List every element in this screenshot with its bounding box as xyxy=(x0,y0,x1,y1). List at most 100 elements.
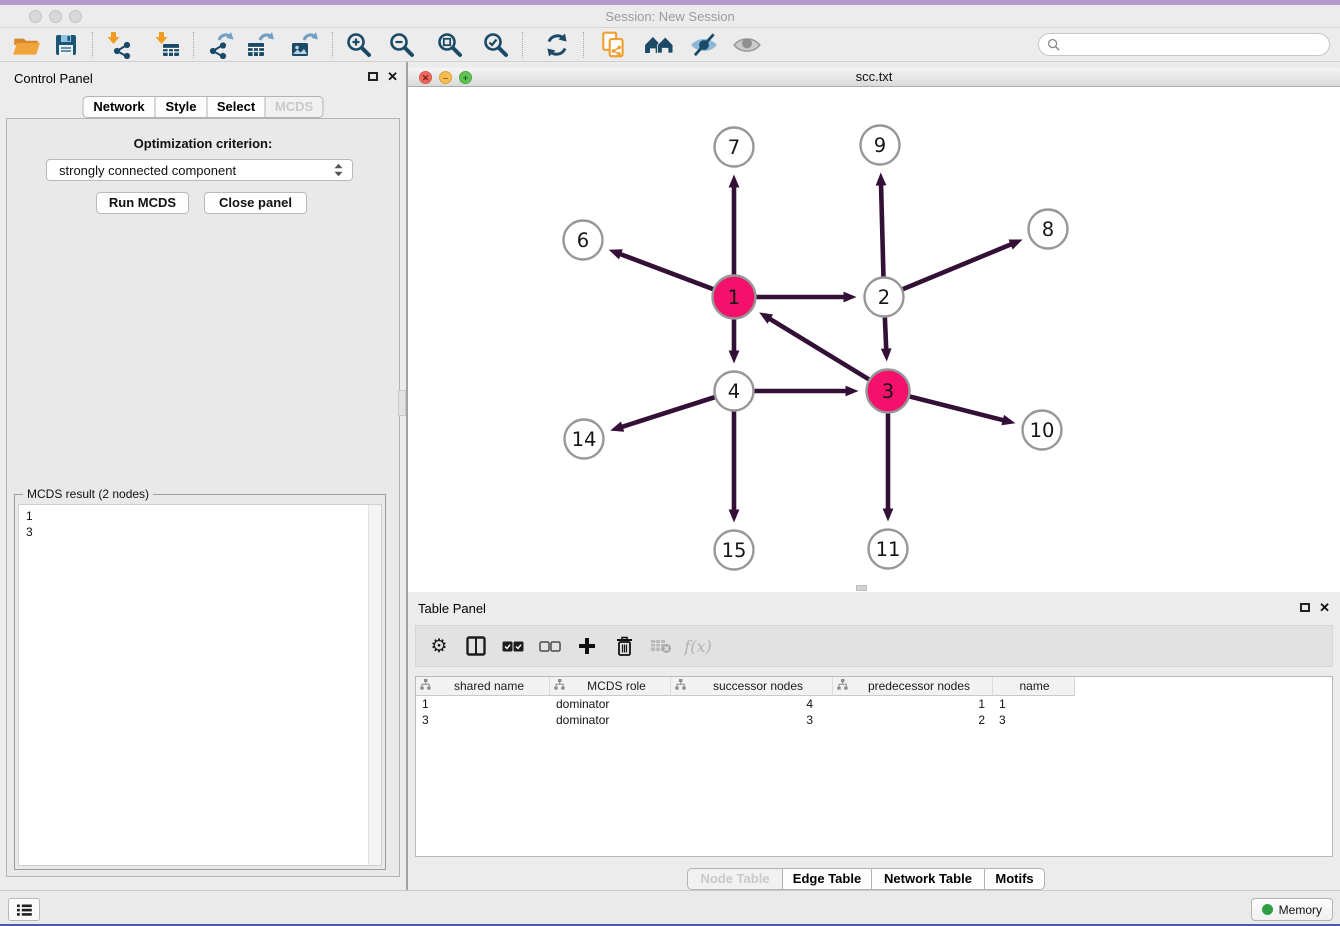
edge-3-10[interactable] xyxy=(910,397,1005,421)
column-layout-icon[interactable] xyxy=(461,631,491,661)
save-session-icon[interactable] xyxy=(46,30,86,60)
settings-icon[interactable]: ⚙ xyxy=(424,631,454,661)
close-panel-icon[interactable]: ✕ xyxy=(387,71,398,82)
toolbar-separator xyxy=(332,32,333,58)
memory-status-icon xyxy=(1262,904,1273,915)
network-minimize-button[interactable]: – xyxy=(439,71,452,84)
table-row[interactable]: 3dominator323 xyxy=(416,712,1332,728)
splitter-handle[interactable] xyxy=(398,390,406,416)
home-icon[interactable] xyxy=(639,30,679,60)
graph-node-label: 7 xyxy=(728,136,740,159)
criterion-select[interactable]: strongly connected component xyxy=(46,159,353,181)
mcds-panel: Optimization criterion: strongly connect… xyxy=(6,118,400,877)
table-cell: dominator xyxy=(550,696,671,712)
import-table-icon[interactable] xyxy=(147,30,187,60)
edge-2-9[interactable] xyxy=(881,183,883,276)
edge-4-14[interactable] xyxy=(621,397,715,427)
close-panel-icon[interactable]: ✕ xyxy=(1319,602,1330,613)
open-session-icon[interactable] xyxy=(6,30,46,60)
memory-button[interactable]: Memory xyxy=(1251,898,1333,921)
function-builder-icon[interactable]: f(x) xyxy=(683,631,713,661)
memory-label: Memory xyxy=(1279,903,1322,917)
search-icon xyxy=(1047,38,1060,51)
table-cell: 1 xyxy=(416,696,550,712)
os-titlebar: Session: New Session xyxy=(0,5,1340,28)
table-row[interactable]: 1dominator411 xyxy=(416,696,1332,712)
tree-column-icon xyxy=(675,679,686,693)
canvas-scrollbar-thumb[interactable] xyxy=(856,585,867,591)
column-header-successor-nodes[interactable]: successor nodes xyxy=(671,677,833,696)
tab-network[interactable]: Network xyxy=(83,96,156,118)
float-panel-icon[interactable] xyxy=(1300,603,1310,612)
tab-node-table[interactable]: Node Table xyxy=(687,868,783,890)
edge-2-3[interactable] xyxy=(885,317,886,350)
edge-1-6[interactable] xyxy=(619,254,713,289)
column-header-MCDS-role[interactable]: MCDS role xyxy=(550,677,671,696)
table-cell: 3 xyxy=(416,712,550,728)
tab-style[interactable]: Style xyxy=(155,96,208,118)
table-cell: 1 xyxy=(833,696,993,712)
refresh-view-icon[interactable] xyxy=(537,30,577,60)
column-header-predecessor-nodes[interactable]: predecessor nodes xyxy=(833,677,993,696)
zoom-in-icon[interactable] xyxy=(339,30,379,60)
export-network-icon[interactable] xyxy=(200,30,240,60)
tab-mcds[interactable]: MCDS xyxy=(265,96,324,118)
delete-column-icon[interactable] xyxy=(609,631,639,661)
export-image-icon[interactable] xyxy=(284,30,324,60)
deselect-all-columns-icon[interactable] xyxy=(535,631,565,661)
graph-node-label: 10 xyxy=(1030,419,1055,442)
hide-graphics-details-icon[interactable] xyxy=(684,30,724,60)
edge-2-8[interactable] xyxy=(903,244,1012,289)
table-header-row: shared nameMCDS rolesuccessor nodesprede… xyxy=(416,677,1332,696)
network-zoom-button[interactable]: + xyxy=(459,71,472,84)
delete-table-icon[interactable] xyxy=(646,631,676,661)
close-panel-button[interactable]: Close panel xyxy=(204,192,307,214)
tab-select[interactable]: Select xyxy=(207,96,266,118)
table-cell: 3 xyxy=(993,712,1075,728)
import-network-icon[interactable] xyxy=(99,30,139,60)
zoom-fit-icon[interactable] xyxy=(430,30,470,60)
run-mcds-button[interactable]: Run MCDS xyxy=(96,192,189,214)
toolbar-separator xyxy=(522,32,523,58)
table-cell: 3 xyxy=(671,712,833,728)
table-tabs: Node TableEdge TableNetwork TableMotifs xyxy=(687,868,1045,890)
column-header-name[interactable]: name xyxy=(993,677,1075,696)
column-header-shared-name[interactable]: shared name xyxy=(416,677,550,696)
table-cell: 4 xyxy=(671,696,833,712)
select-all-columns-icon[interactable] xyxy=(498,631,528,661)
graph-node-label: 1 xyxy=(728,286,740,309)
clone-network-icon[interactable] xyxy=(594,30,634,60)
search-input[interactable] xyxy=(1038,33,1330,56)
float-panel-icon[interactable] xyxy=(368,72,378,81)
result-scrollbar[interactable] xyxy=(368,505,381,865)
control-panel: Control Panel ✕ NetworkStyleSelectMCDS O… xyxy=(0,62,406,890)
task-history-button[interactable] xyxy=(8,898,40,921)
edge-arrowhead xyxy=(610,422,624,432)
edge-arrowhead xyxy=(1009,240,1023,250)
edge-arrowhead xyxy=(729,351,740,364)
network-window-titlebar[interactable]: scc.txt ✕ – + xyxy=(408,68,1340,87)
add-column-icon[interactable] xyxy=(572,631,602,661)
show-graphics-details-icon[interactable] xyxy=(727,30,767,60)
tab-motifs[interactable]: Motifs xyxy=(984,868,1045,890)
edge-arrowhead xyxy=(609,249,623,259)
network-window-title: scc.txt xyxy=(408,68,1340,87)
network-close-button[interactable]: ✕ xyxy=(419,71,432,84)
graph-node-label: 9 xyxy=(874,134,886,157)
graph-node-label: 11 xyxy=(876,538,901,561)
tab-network-table[interactable]: Network Table xyxy=(871,868,985,890)
edge-arrowhead xyxy=(1001,415,1015,425)
tab-edge-table[interactable]: Edge Table xyxy=(782,868,872,890)
zoom-selected-icon[interactable] xyxy=(476,30,516,60)
graph-node-label: 8 xyxy=(1042,218,1054,241)
table-toolbar: ⚙ f(x) xyxy=(415,625,1333,667)
edge-3-1[interactable] xyxy=(769,318,869,379)
node-table: shared nameMCDS rolesuccessor nodesprede… xyxy=(415,676,1333,857)
table-cell: dominator xyxy=(550,712,671,728)
table-cell: 2 xyxy=(833,712,993,728)
zoom-out-icon[interactable] xyxy=(382,30,422,60)
edge-arrowhead xyxy=(846,386,859,397)
export-table-icon[interactable] xyxy=(240,30,280,60)
graph-node-label: 2 xyxy=(878,286,890,309)
network-canvas[interactable]: 1234678910111415 xyxy=(408,87,1340,592)
